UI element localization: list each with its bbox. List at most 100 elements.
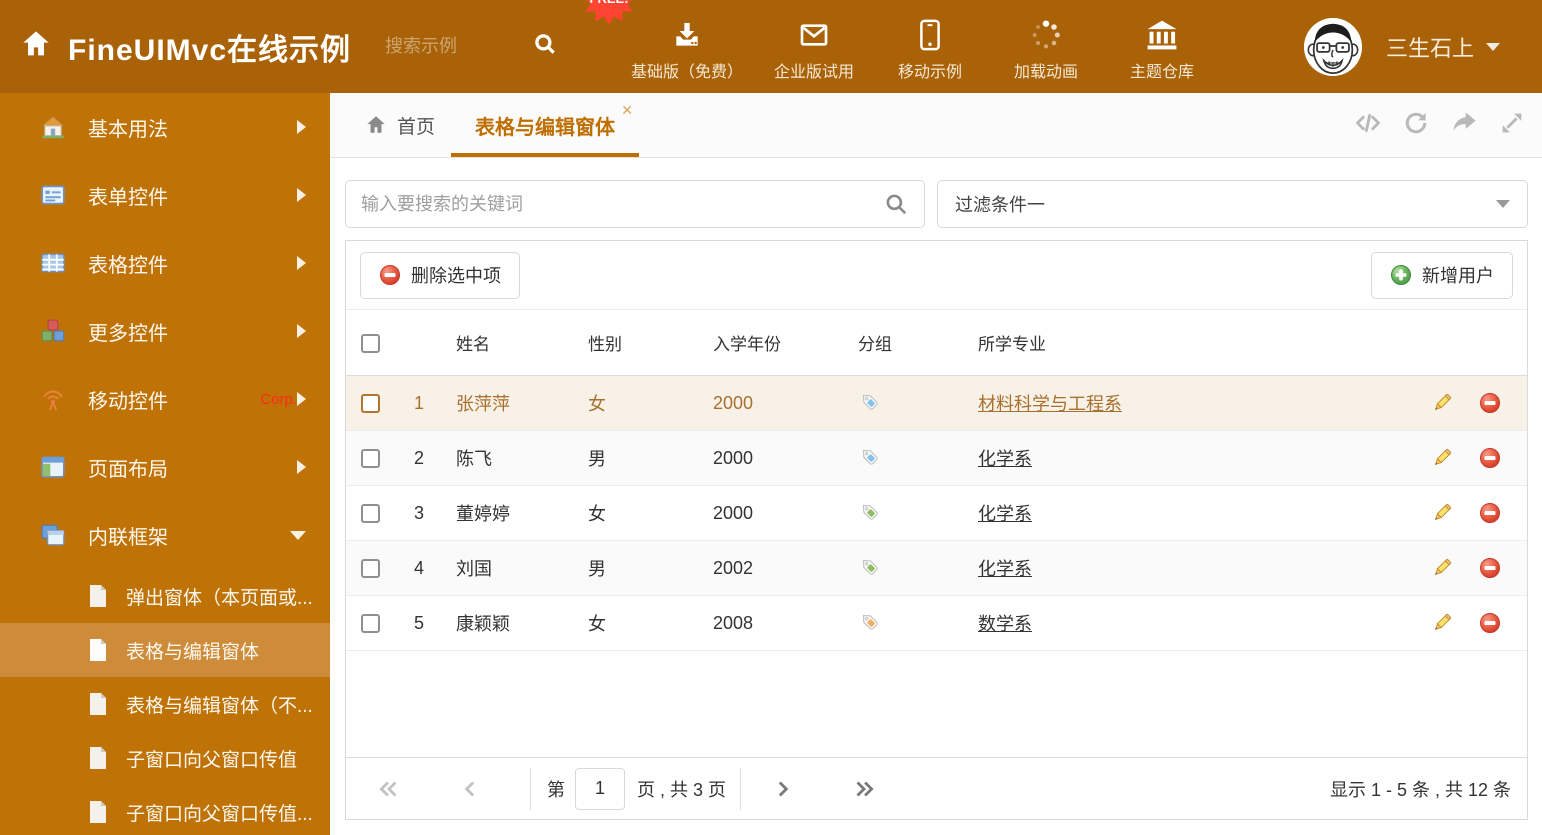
row-checkbox[interactable] — [361, 394, 380, 414]
tab-grid-edit-window[interactable]: 表格与编辑窗体 ✕ — [451, 93, 640, 157]
corp-badge: Corp. — [260, 390, 297, 408]
delete-button[interactable] — [1479, 612, 1501, 634]
search-icon[interactable] — [883, 191, 909, 217]
col-name: 姓名 — [456, 335, 490, 354]
sidebar-subitem-grid-edit-window[interactable]: 表格与编辑窗体 — [0, 623, 330, 677]
sidebar-item-label: 表单控件 — [88, 186, 168, 209]
tab-home[interactable]: 首页 — [365, 93, 435, 157]
nav-item-basic-free[interactable]: FREE! 基础版（免费） — [585, 0, 756, 82]
delete-button[interactable] — [1479, 557, 1501, 579]
tag-icon — [862, 559, 878, 575]
table-row[interactable]: 3 董婷婷 女 2000 化学系 — [346, 486, 1527, 541]
sidebar-item-form-controls[interactable]: 表单控件 — [0, 161, 330, 229]
nav-item-enterprise-trial[interactable]: 企业版试用 — [756, 11, 872, 82]
row-checkbox[interactable] — [361, 504, 380, 524]
tab-close-icon[interactable]: ✕ — [621, 103, 633, 117]
sidebar-subitem-label: 子窗口向父窗口传值 — [126, 749, 298, 771]
table-row[interactable]: 4 刘国 男 2002 化学系 — [346, 541, 1527, 596]
sidebar-subitem-popup-window[interactable]: 弹出窗体（本页面或... — [0, 569, 330, 623]
header-search-icon[interactable] — [532, 31, 558, 62]
tag-icon — [862, 614, 878, 630]
sidebar-item-label: 表格控件 — [88, 254, 168, 277]
major-link[interactable]: 化学系 — [978, 449, 1032, 469]
free-badge: FREE! — [582, 0, 636, 25]
delete-selected-button[interactable]: 删除选中项 — [360, 251, 520, 299]
sidebar-subitem-child-to-parent[interactable]: 子窗口向父窗口传值 — [0, 731, 330, 785]
fullscreen-icon[interactable] — [1498, 109, 1526, 142]
open-new-window-icon[interactable] — [1450, 109, 1478, 142]
sidebar-item-mobile-controls[interactable]: 移动控件 Corp. — [0, 365, 330, 433]
header-search-input[interactable] — [385, 36, 531, 57]
bank-icon — [1145, 17, 1179, 51]
pagination-divider — [740, 767, 742, 810]
file-icon — [88, 746, 108, 770]
user-caret-icon[interactable] — [1486, 42, 1500, 51]
edit-button[interactable] — [1431, 392, 1453, 414]
tab-bar: 首页 表格与编辑窗体 ✕ — [330, 93, 1542, 158]
source-code-icon[interactable] — [1354, 109, 1382, 142]
windows-icon — [40, 522, 66, 548]
sidebar-item-page-layout[interactable]: 页面布局 — [0, 433, 330, 501]
major-link[interactable]: 数学系 — [978, 614, 1032, 634]
pagination-bar: 第 页 , 共 3 页 显示 1 - 5 条 , 共 12 条 — [346, 757, 1527, 819]
sidebar-item-more-controls[interactable]: 更多控件 — [0, 297, 330, 365]
table-row[interactable]: 2 陈飞 男 2000 化学系 — [346, 431, 1527, 486]
last-page-button[interactable] — [851, 776, 877, 802]
page-number-input[interactable] — [575, 767, 625, 810]
tab-active-label: 表格与编辑窗体 — [475, 116, 616, 139]
add-user-button[interactable]: 新增用户 — [1371, 251, 1513, 299]
user-avatar[interactable] — [1303, 17, 1362, 76]
refresh-icon[interactable] — [1402, 109, 1430, 142]
tag-icon — [862, 504, 878, 520]
nav-item-mobile-demo[interactable]: 移动示例 — [872, 11, 988, 82]
sidebar-item-grid-controls[interactable]: 表格控件 — [0, 229, 330, 297]
chevron-right-icon — [297, 392, 306, 406]
tab-home-label: 首页 — [397, 116, 436, 138]
major-link[interactable]: 化学系 — [978, 559, 1032, 579]
sidebar-subitem-grid-edit-window-alt[interactable]: 表格与编辑窗体（不... — [0, 677, 330, 731]
row-checkbox[interactable] — [361, 614, 380, 634]
mobile-icon — [917, 17, 943, 51]
keyword-search-input[interactable] — [361, 193, 883, 215]
sidebar-subitem-label: 弹出窗体（本页面或... — [126, 587, 313, 609]
username[interactable]: 三生石上 — [1386, 31, 1474, 63]
row-checkbox[interactable] — [361, 559, 380, 579]
sidebar-subitem-child-to-parent-alt[interactable]: 子窗口向父窗口传值... — [0, 785, 330, 835]
delete-selected-label: 删除选中项 — [411, 266, 501, 286]
row-checkbox[interactable] — [361, 449, 380, 469]
table-row[interactable]: 1 张萍萍 女 2000 材料科学与工程系 — [346, 376, 1527, 431]
data-grid: 删除选中项 新增用户 姓名 性别 入学年份 分组 所学专业 1 张萍萍 女 20… — [345, 240, 1528, 820]
delete-button[interactable] — [1479, 392, 1501, 414]
cell-name: 刘国 — [456, 559, 492, 579]
next-page-button[interactable] — [769, 776, 795, 802]
home-icon[interactable] — [20, 28, 52, 65]
sidebar-item-basic-usage[interactable]: 基本用法 — [0, 93, 330, 161]
edit-button[interactable] — [1431, 612, 1453, 634]
nav-item-theme-repo[interactable]: 主题仓库 — [1104, 11, 1220, 82]
tag-icon — [862, 394, 878, 410]
major-link[interactable]: 材料科学与工程系 — [978, 394, 1122, 414]
grid-toolbar: 删除选中项 新增用户 — [346, 241, 1527, 310]
edit-button[interactable] — [1431, 447, 1453, 469]
edit-button[interactable] — [1431, 502, 1453, 524]
cell-gender: 女 — [588, 504, 606, 524]
table-row[interactable]: 5 康颖颖 女 2008 数学系 — [346, 596, 1527, 651]
delete-button[interactable] — [1479, 447, 1501, 469]
delete-button[interactable] — [1479, 502, 1501, 524]
cell-name: 董婷婷 — [456, 504, 510, 524]
chevron-down-icon — [290, 530, 306, 540]
col-major: 所学专业 — [978, 335, 1046, 354]
major-link[interactable]: 化学系 — [978, 504, 1032, 524]
nav-item-loading-animation[interactable]: 加载动画 — [988, 11, 1104, 82]
edit-button[interactable] — [1431, 557, 1453, 579]
tab-toolbar — [1354, 93, 1526, 157]
select-all-checkbox[interactable] — [361, 333, 380, 353]
nav-label: 企业版试用 — [774, 64, 855, 81]
prev-page-button[interactable] — [458, 776, 484, 802]
user-menu[interactable]: 三生石上 — [1303, 17, 1500, 76]
first-page-button[interactable] — [376, 776, 402, 802]
filter-dropdown[interactable]: 过滤条件一 — [937, 180, 1528, 228]
sidebar-item-iframe[interactable]: 内联框架 — [0, 501, 330, 569]
cell-name: 陈飞 — [456, 449, 492, 469]
home-tab-icon — [367, 116, 385, 133]
